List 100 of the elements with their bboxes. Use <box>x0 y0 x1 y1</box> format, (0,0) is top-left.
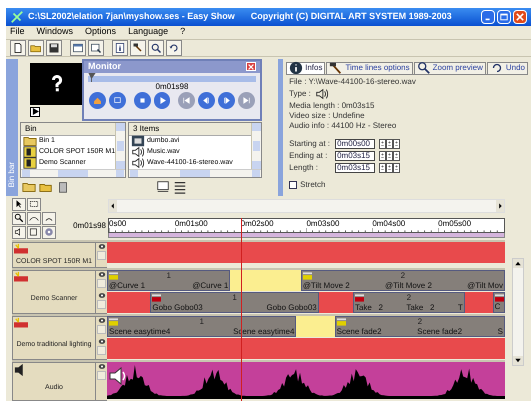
lane-checkbox[interactable] <box>97 371 106 380</box>
lane-checkbox[interactable] <box>97 279 106 288</box>
clip-label: @Tilt Move 2 <box>384 281 432 290</box>
toolbar-button[interactable] <box>28 40 44 56</box>
eye-icon[interactable] <box>98 317 106 324</box>
zoom-icon <box>14 213 24 223</box>
info-icon <box>289 61 304 75</box>
position-slider[interactable] <box>88 76 256 82</box>
toolbar-button[interactable] <box>70 40 86 56</box>
lane-checkbox[interactable] <box>97 300 106 309</box>
toolbar-button[interactable] <box>10 40 26 56</box>
horizontal-scrollbar[interactable] <box>108 198 505 212</box>
toolbar-button[interactable] <box>88 40 104 56</box>
eye-icon[interactable] <box>98 363 106 370</box>
clip-number: 1 <box>166 271 171 281</box>
speaker-icon <box>131 156 145 170</box>
clip[interactable]: 1 Gobo Gobo03 Gobo Gobo03 <box>150 292 319 313</box>
toolbar-button[interactable] <box>166 40 182 56</box>
time-field[interactable]: 0m00s00 <box>335 138 376 148</box>
step-forward-button[interactable] <box>218 92 236 108</box>
eye-icon[interactable] <box>98 338 106 345</box>
menu-item[interactable]: Language <box>128 25 168 39</box>
menu-item[interactable]: ? <box>180 25 186 39</box>
home-button[interactable] <box>89 92 106 108</box>
clip-label: T <box>458 303 463 312</box>
arrow-left-icon[interactable] <box>109 200 117 212</box>
waveform-drawing[interactable] <box>107 362 505 399</box>
tab[interactable]: Zoom preview <box>414 62 486 74</box>
clip[interactable]: C <box>492 292 505 313</box>
time-field[interactable]: 0m03s15 <box>335 162 376 172</box>
play-button[interactable] <box>30 106 40 116</box>
arrow-down-icon[interactable] <box>513 356 523 364</box>
eye-icon[interactable] <box>98 242 106 250</box>
spin-buttons-icon[interactable] <box>379 150 386 160</box>
maximize-button[interactable] <box>497 10 511 24</box>
step-forward-icon <box>221 94 232 106</box>
spin-buttons-icon[interactable] <box>386 162 394 172</box>
arrow-right-icon[interactable] <box>496 200 504 212</box>
film-icon <box>131 134 145 148</box>
scrollbar[interactable] <box>115 122 125 168</box>
copyright-text: Copyright (C) DIGITAL ART SYSTEM 1989-2003 <box>250 10 452 23</box>
lane-checkbox[interactable] <box>97 325 106 334</box>
spin-buttons-icon[interactable] <box>379 162 386 172</box>
curve-tool[interactable] <box>27 212 41 224</box>
spin-buttons-icon[interactable] <box>393 138 400 148</box>
toolbar-button[interactable] <box>130 40 146 56</box>
film-tool[interactable] <box>27 226 41 238</box>
monitor-title: Monitor <box>88 60 121 73</box>
scrollbar[interactable] <box>129 168 261 176</box>
monitor-button[interactable] <box>108 92 126 108</box>
tab[interactable]: Infos <box>286 62 326 74</box>
list-header: 3 Items <box>129 122 251 136</box>
minimize-button[interactable] <box>481 10 495 24</box>
list-header: Bin <box>21 122 115 136</box>
hammer-icon <box>132 42 144 54</box>
scrollbar[interactable] <box>21 168 125 176</box>
zoom-icon <box>150 42 162 54</box>
skip-back-button[interactable] <box>178 92 196 108</box>
eye-icon[interactable] <box>98 271 106 278</box>
spin-buttons-icon[interactable] <box>386 138 394 148</box>
clip[interactable]: 2 Scene fade2 Scene fade2 S <box>334 316 505 337</box>
slider-handle[interactable] <box>88 72 96 82</box>
spin-buttons-icon[interactable] <box>393 162 400 172</box>
toolbar-button[interactable] <box>112 40 128 56</box>
tab[interactable]: Time lines options <box>326 62 413 74</box>
skip-forward-button[interactable] <box>238 92 255 108</box>
play-icon <box>32 108 38 115</box>
lane-checkbox[interactable] <box>97 250 106 260</box>
menu-item[interactable]: File <box>10 25 25 39</box>
clip[interactable]: 2 @Tilt Move 2 @Tilt Move 2 @Tilt Mov <box>300 270 505 291</box>
clip-label: @Curve 1 <box>192 281 228 290</box>
stretch-checkbox[interactable] <box>289 180 298 188</box>
time-field[interactable]: 0m03s15 <box>335 150 376 160</box>
close-button[interactable] <box>246 62 256 71</box>
speaker-tool[interactable] <box>12 226 26 238</box>
spin-buttons-icon[interactable] <box>393 150 400 160</box>
tab[interactable]: Undo <box>486 62 528 74</box>
spin-buttons-icon[interactable] <box>386 150 394 160</box>
clip[interactable]: 2 Take 2 Take 2 T <box>352 292 465 313</box>
clip[interactable]: 1 @Curve 1 @Curve 1 <box>107 270 230 291</box>
undo-icon <box>168 42 180 54</box>
stop-button[interactable] <box>134 92 151 108</box>
step-back-button[interactable] <box>198 92 216 108</box>
toolbar-button[interactable] <box>46 40 62 56</box>
zoom-tool[interactable] <box>12 212 26 224</box>
clip-number: 1 <box>199 317 204 327</box>
toolbar-button[interactable] <box>148 40 164 56</box>
marquee-tool[interactable] <box>27 198 41 210</box>
spin-buttons-icon[interactable] <box>379 138 386 148</box>
clip-label: Scene easytime4 <box>109 327 170 336</box>
pointer-tool[interactable] <box>12 198 26 210</box>
close-button[interactable] <box>513 10 527 24</box>
menu-item[interactable]: Options <box>85 25 116 39</box>
lane-checkbox[interactable] <box>97 346 106 355</box>
menu-item[interactable]: Windows <box>36 25 74 39</box>
scrollbar[interactable] <box>251 122 261 168</box>
vertical-scrollbar[interactable] <box>512 258 524 366</box>
arrow-up-icon[interactable] <box>513 258 523 268</box>
eye-icon[interactable] <box>98 292 106 299</box>
curve-tool[interactable] <box>42 212 56 224</box>
